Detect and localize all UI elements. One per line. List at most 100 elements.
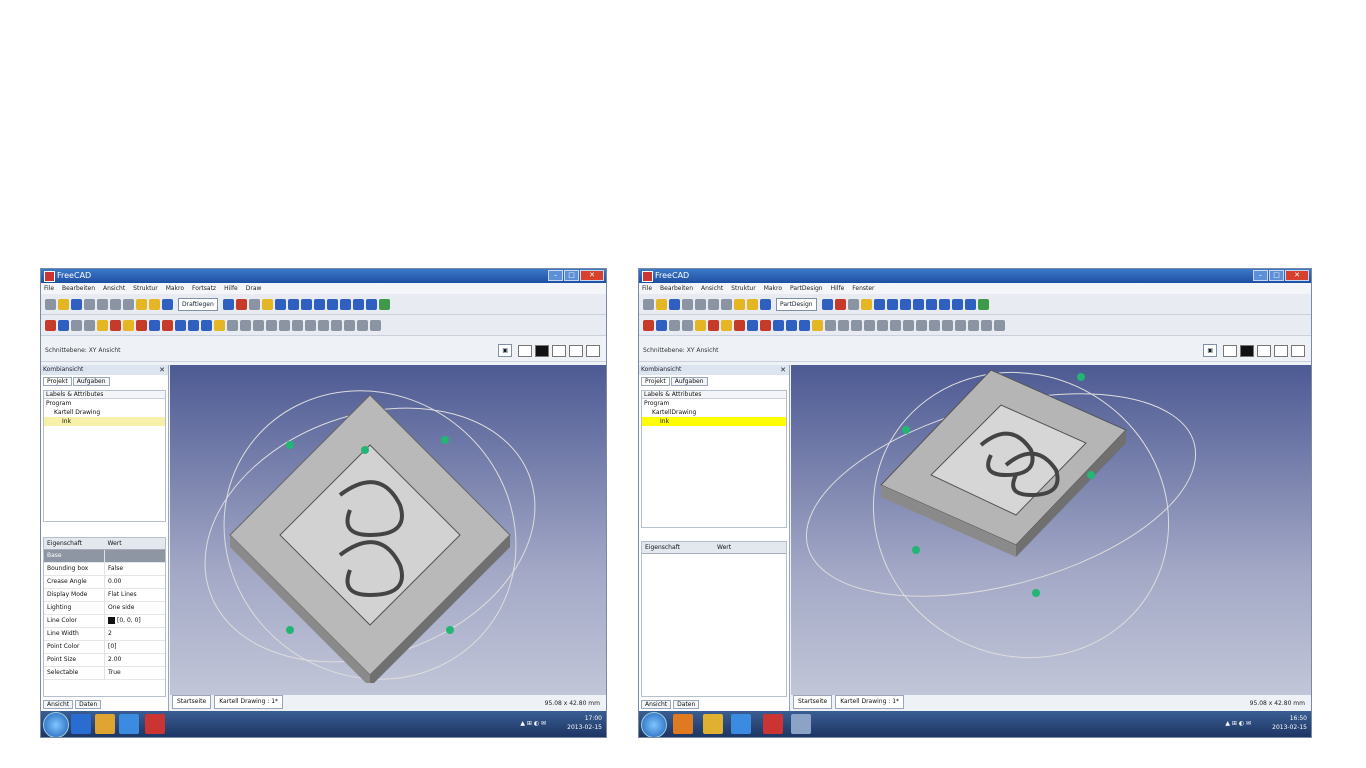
property-value[interactable]: Flat Lines (105, 589, 165, 601)
torus-icon[interactable] (149, 319, 160, 331)
scale-tool-icon[interactable] (968, 319, 979, 331)
arc-tool-icon[interactable] (864, 319, 875, 331)
view-top-icon[interactable] (912, 298, 924, 310)
3d-viewport[interactable]: Startseite Kartell Drawing : 1* (791, 365, 1311, 709)
fillet-icon[interactable] (201, 319, 212, 331)
box-icon[interactable] (97, 319, 108, 331)
cut-icon[interactable] (97, 298, 108, 310)
page-icon[interactable] (71, 319, 82, 331)
copy-icon[interactable] (110, 298, 121, 310)
macro-edit-icon[interactable] (860, 298, 872, 310)
property-value[interactable]: 2 (105, 628, 165, 640)
system-tray-icons[interactable]: ▲ ⊞ ◐ ✉ (520, 720, 546, 727)
cylinder-icon[interactable] (708, 319, 719, 331)
cone-icon[interactable] (136, 319, 147, 331)
tree-document[interactable]: Kartell Drawing (44, 408, 165, 417)
property-row[interactable]: Display Mode Flat Lines (44, 589, 165, 602)
menu-view[interactable]: Ansicht (701, 283, 723, 294)
start-button[interactable] (43, 712, 69, 737)
rectangle-tool-icon[interactable] (877, 319, 888, 331)
arc-tool-icon[interactable] (266, 319, 277, 331)
dimension-tool-icon[interactable] (903, 319, 914, 331)
face-color-swatch[interactable] (535, 344, 549, 357)
menu-partdesign[interactable]: PartDesign (790, 283, 823, 294)
explorer-icon[interactable] (703, 714, 723, 734)
face-color-swatch[interactable] (1240, 344, 1254, 357)
close-button[interactable]: ✕ (580, 270, 604, 281)
whats-this-icon[interactable] (222, 298, 234, 310)
cylinder-icon[interactable] (110, 319, 121, 331)
tree-document[interactable]: KartellDrawing (642, 408, 786, 417)
font-size-spinner[interactable] (569, 344, 583, 357)
wire-tool-icon[interactable] (240, 319, 251, 331)
line-tool-icon[interactable] (227, 319, 238, 331)
box-icon[interactable] (695, 319, 706, 331)
freecad-taskbar-icon[interactable] (763, 714, 783, 734)
property-value[interactable]: 0.00 (105, 576, 165, 588)
maximize-button[interactable]: □ (1269, 270, 1284, 281)
construction-mode-toggle[interactable]: ▣ (498, 344, 512, 357)
view-iso-icon[interactable] (287, 298, 299, 310)
property-value[interactable]: 2.00 (105, 654, 165, 666)
trim-tool-icon[interactable] (955, 319, 966, 331)
apply-style-button[interactable] (586, 344, 600, 357)
offset-tool-icon[interactable] (344, 319, 355, 331)
start-button[interactable] (641, 712, 667, 737)
minimize-button[interactable]: – (548, 270, 563, 281)
print-icon[interactable] (682, 298, 693, 310)
measure-icon[interactable] (378, 298, 390, 310)
menu-extension[interactable]: Fortsatz (192, 283, 216, 294)
menu-macro[interactable]: Makro (166, 283, 184, 294)
tab-start-page[interactable]: Startseite (793, 695, 833, 709)
property-row[interactable]: Line Color [0, 0, 0] (44, 615, 165, 628)
property-row[interactable]: Point Size 2.00 (44, 654, 165, 667)
text-tool-icon[interactable] (890, 319, 901, 331)
minimize-button[interactable]: – (1253, 270, 1268, 281)
trim-tool-icon[interactable] (357, 319, 368, 331)
new-file-icon[interactable] (45, 298, 56, 310)
mirror-icon[interactable] (786, 319, 797, 331)
wire-tool-icon[interactable] (838, 319, 849, 331)
fit-all-icon[interactable] (274, 298, 286, 310)
paste-icon[interactable] (721, 298, 732, 310)
mirror-icon[interactable] (188, 319, 199, 331)
undo-icon[interactable] (734, 298, 745, 310)
menu-view[interactable]: Ansicht (103, 283, 125, 294)
property-row[interactable]: Bounding box False (44, 563, 165, 576)
menu-file[interactable]: File (44, 283, 54, 294)
view-icon[interactable] (682, 319, 693, 331)
view-right-icon[interactable] (326, 298, 338, 310)
open-file-icon[interactable] (656, 298, 667, 310)
tab-data[interactable]: Daten (673, 700, 700, 709)
tree-root[interactable]: Program (44, 399, 165, 408)
workbench-selector[interactable]: Draftlegen (178, 297, 218, 311)
property-row[interactable]: Line Width 2 (44, 628, 165, 641)
offset-tool-icon[interactable] (942, 319, 953, 331)
new-file-icon[interactable] (643, 298, 654, 310)
view-front-icon[interactable] (899, 298, 911, 310)
menu-edit[interactable]: Bearbeiten (660, 283, 693, 294)
browser-icon[interactable] (791, 714, 811, 734)
tab-drawing[interactable]: Kartell Drawing : 1* (835, 695, 905, 709)
move-tool-icon[interactable] (318, 319, 329, 331)
part-icon[interactable] (656, 319, 667, 331)
construction-mode-toggle[interactable]: ▣ (1203, 344, 1217, 357)
torus-icon[interactable] (747, 319, 758, 331)
cut-icon[interactable] (695, 298, 706, 310)
apply-style-button[interactable] (1291, 344, 1305, 357)
tab-view[interactable]: Ansicht (43, 700, 74, 709)
view-rear-icon[interactable] (339, 298, 351, 310)
extrude-icon[interactable] (162, 319, 173, 331)
property-value[interactable]: True (105, 667, 165, 679)
line-width-spinner[interactable] (552, 344, 566, 357)
upgrade-tool-icon[interactable] (994, 319, 1005, 331)
tab-view[interactable]: Ansicht (641, 700, 672, 709)
move-tool-icon[interactable] (916, 319, 927, 331)
dimension-tool-icon[interactable] (305, 319, 316, 331)
internet-explorer-icon[interactable] (119, 714, 139, 734)
circle-tool-icon[interactable] (851, 319, 862, 331)
scale-tool-icon[interactable] (370, 319, 381, 331)
fillet-icon[interactable] (799, 319, 810, 331)
menu-draw[interactable]: Draw (246, 283, 262, 294)
panel-close-icon[interactable]: ✕ (780, 365, 786, 375)
